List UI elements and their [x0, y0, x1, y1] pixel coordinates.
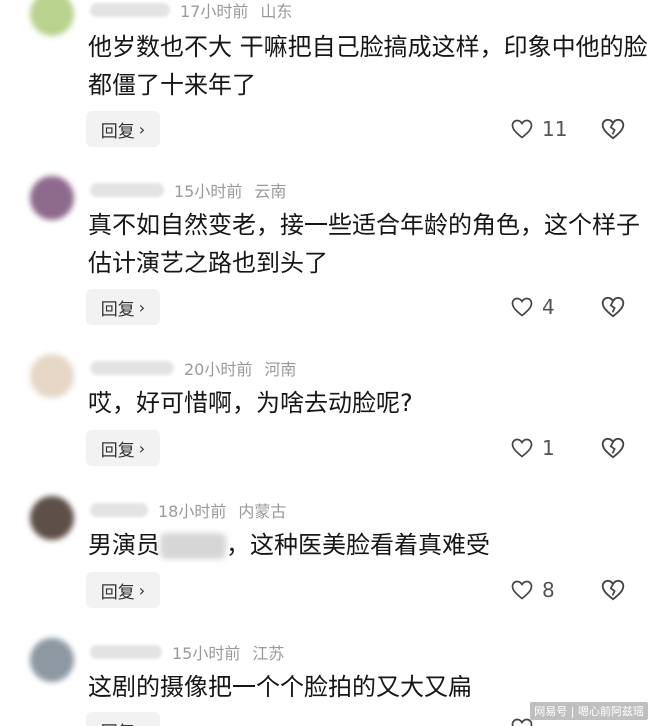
watermark: 网易号 | 嗯心前阿兹瑶	[530, 702, 648, 720]
comment-time: 15小时前	[174, 182, 243, 201]
heart-icon	[511, 438, 533, 458]
comment-location: 山东	[260, 2, 293, 21]
username[interactable]	[90, 361, 174, 375]
username[interactable]	[90, 645, 162, 659]
comment-location: 河南	[264, 360, 297, 379]
comment-time: 15小时前	[172, 644, 241, 663]
chevron-right-icon: ›	[138, 297, 146, 317]
broken-heart-icon[interactable]	[600, 116, 626, 142]
avatar[interactable]	[30, 176, 74, 220]
like-button[interactable]: 8	[510, 576, 555, 604]
comment-text: 男演员 ，这种医美脸看着真难受	[88, 526, 648, 564]
reply-label: 回复	[100, 121, 135, 142]
comment-text: 他岁数也不大 干嘛把自己脸搞成这样，印象中他的脸都僵了十来年了	[88, 33, 648, 99]
comment-time: 20小时前	[184, 360, 253, 379]
comment-meta: 18小时前 内蒙古	[90, 498, 286, 522]
reply-label: 回复	[100, 582, 135, 603]
chevron-right-icon: ›	[138, 580, 146, 600]
broken-heart-icon[interactable]	[600, 435, 626, 461]
reply-button[interactable]: 回复 ›	[86, 111, 160, 147]
username[interactable]	[90, 3, 170, 17]
avatar[interactable]	[30, 496, 74, 540]
avatar[interactable]	[30, 0, 74, 36]
comment-text-end: ，这种医美脸看着真难受	[226, 531, 490, 559]
comment-location: 内蒙古	[238, 502, 287, 521]
blurred-name	[160, 533, 226, 559]
username[interactable]	[90, 183, 164, 197]
like-count: 4	[542, 295, 555, 319]
reply-label: 回复	[101, 718, 135, 726]
chevron-right-icon: ›	[139, 721, 145, 726]
like-button[interactable]: 4	[510, 293, 555, 321]
like-count: 11	[542, 117, 568, 141]
avatar[interactable]	[30, 354, 74, 398]
heart-icon	[511, 119, 533, 139]
comment-text: 这剧的摄像把一个个脸拍的又大又扁	[88, 673, 472, 701]
reply-label: 回复	[100, 299, 135, 320]
reply-label: 回复	[100, 440, 135, 461]
comment-text: 真不如自然变老，接一些适合年龄的角色，这个样子估计演艺之路也到头了	[88, 211, 640, 277]
reply-button[interactable]: 回复 ›	[86, 289, 160, 325]
comment-text: 哎，好可惜啊，为啥去动脸呢?	[88, 389, 413, 417]
like-button[interactable]: 11	[510, 115, 567, 143]
reply-button[interactable]: 回复 ›	[86, 430, 160, 466]
comment-meta: 15小时前 云南	[90, 178, 286, 202]
like-count: 1	[542, 436, 555, 460]
comment-meta: 15小时前 江苏	[90, 640, 284, 664]
broken-heart-icon[interactable]	[600, 294, 626, 320]
avatar[interactable]	[30, 638, 74, 682]
comment-time: 18小时前	[158, 502, 227, 521]
heart-icon	[511, 297, 533, 317]
like-button[interactable]: 1	[510, 434, 555, 462]
reply-button[interactable]: 回复 ›	[86, 712, 160, 726]
comment-meta: 20小时前 河南	[90, 356, 296, 380]
like-count: 8	[542, 578, 555, 602]
chevron-right-icon: ›	[138, 438, 146, 458]
comment-meta: 17小时前 山东	[90, 0, 292, 22]
heart-icon	[511, 580, 533, 600]
comment-location: 云南	[254, 182, 287, 201]
reply-button[interactable]: 回复 ›	[86, 572, 160, 608]
comment-time: 17小时前	[180, 2, 249, 21]
broken-heart-icon[interactable]	[600, 577, 626, 603]
chevron-right-icon: ›	[138, 119, 146, 139]
comment-location: 江苏	[252, 644, 285, 663]
username[interactable]	[90, 503, 148, 517]
comment-text-start: 男演员	[88, 531, 160, 559]
